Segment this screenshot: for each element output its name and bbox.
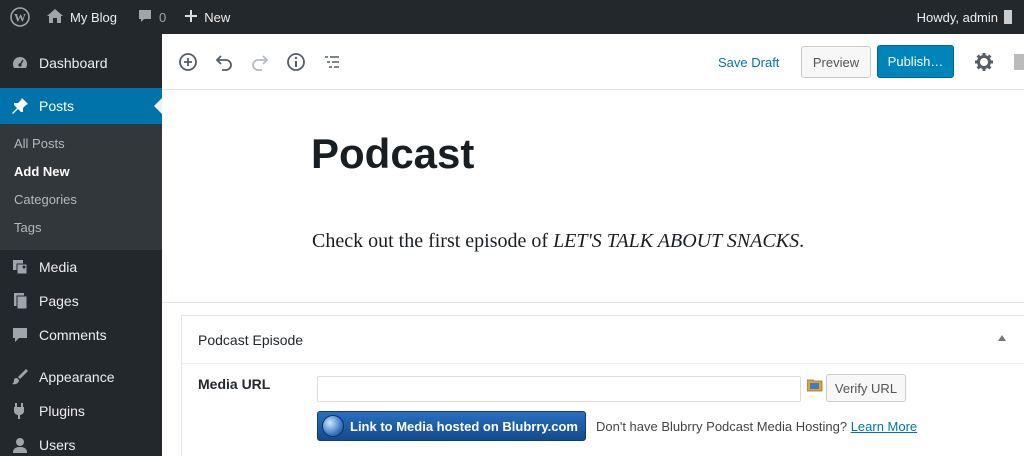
submenu-tags[interactable]: Tags [0,214,162,242]
sidebar-item-dashboard[interactable]: Dashboard [0,46,162,80]
verify-url-button[interactable]: Verify URL [826,374,906,402]
add-block-icon[interactable] [176,50,200,74]
submenu-categories[interactable]: Categories [0,186,162,214]
site-name-link[interactable]: My Blog [40,0,117,34]
sidebar-item-label: Pages [39,293,79,309]
sidebar-item-appearance[interactable]: Appearance [0,360,162,394]
comments-count: 0 [158,9,167,25]
site-name-label: My Blog [70,9,117,25]
sidebar-item-label: Plugins [39,403,85,419]
podcast-episode-metabox: Podcast Episode Media URL Verify URL Lin… [181,315,1024,456]
post-title[interactable]: Podcast [311,130,474,178]
comments-link[interactable]: 0 [117,0,166,34]
sidebar-item-users[interactable]: Users [0,428,162,456]
howdy-label: Howdy, admin [916,9,998,25]
more-options-icon[interactable] [1014,54,1024,70]
media-url-input[interactable] [317,376,801,402]
folder-icon[interactable] [806,378,823,392]
sidebar-item-label: Comments [39,327,107,343]
blubrry-link-button[interactable]: Link to Media hosted on Blubrry.com [317,411,586,441]
hosting-note-text: Don't have Blubrry Podcast Media Hosting… [596,419,848,434]
preview-button[interactable]: Preview [801,46,871,78]
editor-toolbar: Save Draft Preview Publish… [162,34,1024,90]
gear-icon[interactable] [972,50,996,74]
info-icon[interactable] [284,50,308,74]
hosting-note: Don't have Blubrry Podcast Media Hosting… [596,419,917,434]
metabox-header[interactable]: Podcast Episode [182,316,1024,364]
sidebar-item-comments[interactable]: Comments [0,318,162,352]
save-draft-button[interactable]: Save Draft [718,55,779,70]
svg-text:W: W [14,11,26,25]
collapse-arrow-icon[interactable] [998,335,1006,341]
pin-icon [10,96,30,116]
media-url-label: Media URL [198,376,271,392]
body-suffix: . [799,230,805,252]
content-divider [162,302,1024,303]
admin-bar: W My Blog 0 New Howdy, admin [0,0,1024,34]
account-menu[interactable]: Howdy, admin [917,0,1012,34]
sidebar-item-label: Users [39,437,76,453]
brush-icon [10,367,30,387]
media-icon [10,257,30,277]
undo-icon[interactable] [212,50,236,74]
submenu-add-new[interactable]: Add New [0,158,162,186]
outline-icon[interactable] [320,50,344,74]
sidebar-item-label: Appearance [39,369,115,385]
posts-submenu: All Posts Add New Categories Tags [0,124,162,250]
sidebar-item-label: Posts [39,98,75,114]
dashboard-icon [10,53,30,73]
home-icon [46,8,64,27]
globe-icon [322,415,344,437]
submenu-all-posts[interactable]: All Posts [0,130,162,158]
sidebar-item-plugins[interactable]: Plugins [0,394,162,428]
avatar [1004,10,1012,24]
metabox-title: Podcast Episode [198,331,304,348]
wordpress-logo-icon[interactable]: W [0,0,40,34]
paragraph-block[interactable]: Check out the first episode of LET'S TAL… [312,230,804,253]
comment-icon [10,325,30,345]
users-icon [10,435,30,455]
new-content-link[interactable]: New [166,0,230,34]
sidebar-item-media[interactable]: Media [0,250,162,284]
editor-canvas: Podcast Check out the first episode of L… [162,90,1024,456]
plugin-icon [10,401,30,421]
new-label: New [204,9,231,25]
redo-icon[interactable] [248,50,272,74]
pages-icon [10,291,30,311]
sidebar-item-pages[interactable]: Pages [0,284,162,318]
body-emphasis: LET'S TALK ABOUT SNACKS [553,230,800,252]
publish-button[interactable]: Publish… [877,45,954,78]
learn-more-link[interactable]: Learn More [851,419,917,434]
blubrry-button-label: Link to Media hosted on Blubrry.com [350,418,578,434]
sidebar-item-label: Media [39,259,78,275]
admin-sidebar: Dashboard Posts All Posts Add New Catego… [0,34,162,456]
sidebar-item-label: Dashboard [39,55,108,71]
body-text: Check out the first episode of [312,230,554,252]
plus-icon [184,9,198,26]
comment-icon [137,8,153,27]
sidebar-item-posts[interactable]: Posts [0,88,162,124]
